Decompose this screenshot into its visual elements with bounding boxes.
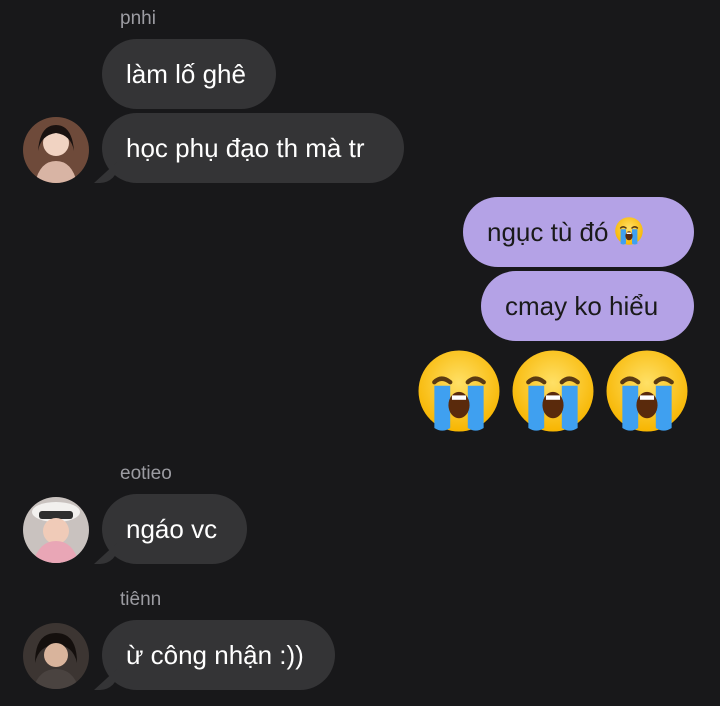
message-text: cmay ko hiểu xyxy=(505,291,659,321)
avatar-eotieo[interactable] xyxy=(23,497,89,563)
sender-name-eotieo: eotieo xyxy=(120,463,172,484)
message-text: ngục tù đó xyxy=(487,217,609,247)
sender-name-pnhi: pnhi xyxy=(120,8,156,29)
loudly-crying-face-icon[interactable] xyxy=(415,347,503,435)
message-bubble[interactable]: ngáo vc xyxy=(102,494,247,564)
loudly-crying-face-icon[interactable] xyxy=(509,347,597,435)
loudly-crying-face-icon[interactable] xyxy=(603,347,691,435)
outgoing-message-bubble[interactable]: ngục tù đó xyxy=(463,197,694,267)
loudly-crying-face-icon xyxy=(614,216,644,246)
message-text: ngáo vc xyxy=(126,514,218,544)
message-bubble[interactable]: ừ công nhận :)) xyxy=(102,620,335,690)
message-text: làm lố ghê xyxy=(126,59,246,89)
outgoing-message-bubble[interactable]: cmay ko hiểu xyxy=(481,271,694,341)
avatar-tienn[interactable] xyxy=(23,623,89,689)
message-bubble[interactable]: làm lố ghê xyxy=(102,39,276,109)
avatar-pnhi[interactable] xyxy=(23,117,89,183)
message-text: học phụ đạo th mà tr xyxy=(126,133,365,163)
message-bubble[interactable]: học phụ đạo th mà tr xyxy=(102,113,404,183)
sender-name-tienn: tiênn xyxy=(120,589,162,610)
message-text: ừ công nhận :)) xyxy=(126,640,304,670)
